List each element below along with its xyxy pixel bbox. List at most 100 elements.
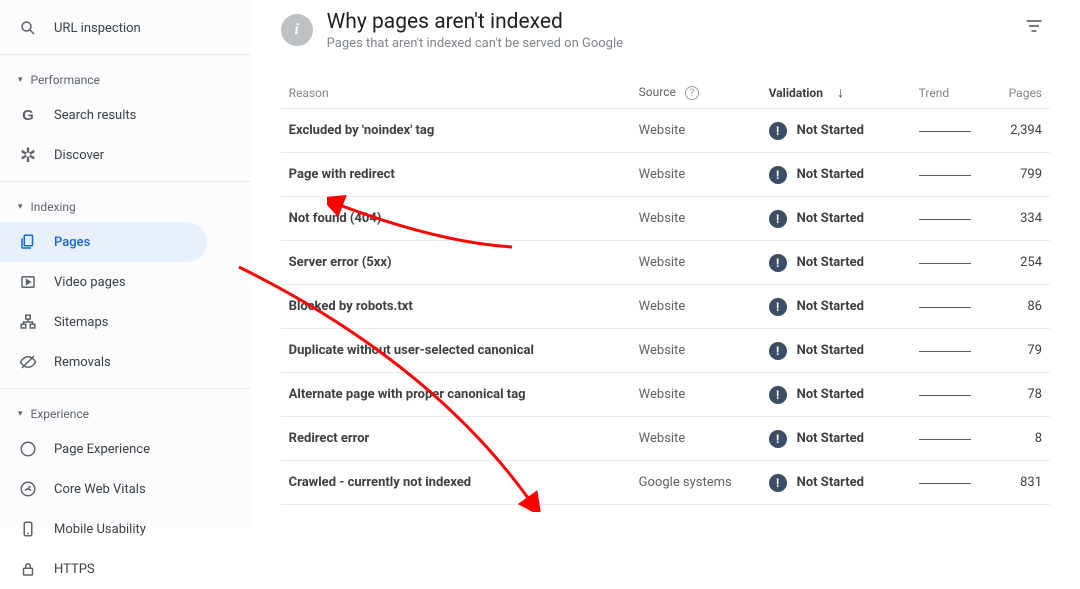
sidebar-item-page-experience[interactable]: Page Experience: [0, 429, 207, 469]
cell-reason: Excluded by 'noindex' tag: [289, 123, 639, 138]
asterisk-icon: ✲: [18, 145, 38, 165]
cell-reason: Redirect error: [289, 431, 639, 446]
section-label: Experience: [31, 407, 90, 421]
sidebar-item-url-inspection[interactable]: URL inspection: [0, 8, 207, 48]
table-row[interactable]: Crawled - currently not indexedGoogle sy…: [281, 461, 1050, 505]
table-body: Excluded by 'noindex' tagWebsite!Not Sta…: [281, 109, 1050, 505]
chevron-down-icon: ▾: [18, 409, 23, 419]
cell-validation: !Not Started: [769, 210, 919, 228]
pages-icon: [18, 232, 38, 252]
sparkline: [919, 214, 971, 224]
table-row[interactable]: Blocked by robots.txtWebsite!Not Started…: [281, 285, 1050, 329]
sidebar-item-label: Discover: [54, 148, 104, 163]
help-icon[interactable]: ?: [685, 86, 699, 100]
table-row[interactable]: Duplicate without user-selected canonica…: [281, 329, 1050, 373]
col-pages[interactable]: Pages: [1009, 86, 1042, 100]
sidebar-item-video-pages[interactable]: Video pages: [0, 262, 207, 302]
sparkline: [919, 126, 971, 136]
status-icon: !: [769, 386, 787, 404]
table-row[interactable]: Server error (5xx)Website!Not Started 254: [281, 241, 1050, 285]
cell-validation: !Not Started: [769, 474, 919, 492]
table-row[interactable]: Page with redirectWebsite!Not Started799: [281, 153, 1050, 197]
sidebar-item-search-results[interactable]: G Search results: [0, 95, 207, 135]
search-icon: [18, 18, 38, 38]
status-icon: !: [769, 474, 787, 492]
divider: [0, 181, 251, 182]
sidebar-item-label: URL inspection: [54, 21, 141, 36]
page-header: i Why pages aren't indexed Pages that ar…: [281, 10, 1050, 51]
page-title: Why pages aren't indexed: [327, 10, 623, 34]
https-icon: [18, 559, 38, 579]
chevron-down-icon: ▾: [18, 202, 23, 212]
section-label: Performance: [31, 73, 100, 87]
sparkline: [919, 258, 971, 268]
sidebar-section-indexing[interactable]: ▾ Indexing: [0, 188, 251, 222]
table-row[interactable]: Not found (404)Website!Not Started334: [281, 197, 1050, 241]
table-row[interactable]: Redirect errorWebsite!Not Started8: [281, 417, 1050, 461]
cell-source: Website: [639, 255, 769, 270]
col-source[interactable]: Source ?: [639, 85, 769, 101]
cell-trend: [919, 214, 1009, 224]
sidebar-item-label: Search results: [54, 108, 136, 123]
sidebar-section-experience[interactable]: ▾ Experience: [0, 395, 251, 429]
cell-reason: Duplicate without user-selected canonica…: [289, 343, 639, 358]
sidebar-item-pages[interactable]: Pages: [0, 222, 207, 262]
cwv-icon: [18, 479, 38, 499]
cell-pages: 254: [1009, 255, 1042, 270]
cell-reason: Alternate page with proper canonical tag: [289, 387, 639, 402]
page-subtitle: Pages that aren't indexed can't be serve…: [327, 36, 623, 51]
cell-trend: [919, 258, 1009, 268]
status-icon: !: [769, 342, 787, 360]
removals-icon: [18, 352, 38, 372]
cell-validation: !Not Started: [769, 254, 919, 272]
status-icon: !: [769, 298, 787, 316]
cell-validation: !Not Started: [769, 298, 919, 316]
sidebar-item-sitemaps[interactable]: Sitemaps: [0, 302, 207, 342]
section-label: Indexing: [31, 200, 76, 214]
cell-pages: 2,394: [1009, 123, 1042, 138]
col-trend[interactable]: Trend: [919, 86, 1009, 100]
cell-pages: 86: [1009, 299, 1042, 314]
status-icon: !: [769, 166, 787, 184]
sidebar-item-core-web-vitals[interactable]: Core Web Vitals: [0, 469, 207, 509]
col-reason[interactable]: Reason: [289, 86, 639, 100]
status-icon: !: [769, 254, 787, 272]
cell-validation: !Not Started: [769, 342, 919, 360]
filter-button[interactable]: [1018, 10, 1050, 46]
cell-trend: [919, 346, 1009, 356]
cell-reason: Crawled - currently not indexed: [289, 475, 639, 490]
table-row[interactable]: Alternate page with proper canonical tag…: [281, 373, 1050, 417]
sidebar: URL inspection ▾ Performance G Search re…: [0, 0, 251, 528]
video-pages-icon: [18, 272, 38, 292]
sidebar-item-label: Core Web Vitals: [54, 482, 146, 497]
cell-trend: [919, 126, 1009, 136]
sidebar-section-performance[interactable]: ▾ Performance: [0, 61, 251, 95]
cell-reason: Server error (5xx): [289, 255, 639, 270]
sidebar-item-discover[interactable]: ✲ Discover: [0, 135, 207, 175]
sidebar-item-label: Pages: [54, 235, 90, 250]
sitemaps-icon: [18, 312, 38, 332]
cell-validation: !Not Started: [769, 122, 919, 140]
sidebar-item-label: HTTPS: [54, 562, 95, 577]
cell-source: Website: [639, 431, 769, 446]
cell-trend: [919, 390, 1009, 400]
cell-pages: 831: [1009, 475, 1042, 490]
cell-source: Website: [639, 387, 769, 402]
sidebar-item-removals[interactable]: Removals: [0, 342, 207, 382]
g-icon: G: [18, 105, 38, 125]
status-icon: !: [769, 430, 787, 448]
cell-pages: 78: [1009, 387, 1042, 402]
cell-reason: Page with redirect: [289, 167, 639, 182]
chevron-down-icon: ▾: [18, 75, 23, 85]
cell-source: Website: [639, 167, 769, 182]
table-header: Reason Source ? Validation ↓ Trend Pages: [281, 77, 1050, 109]
cell-pages: 79: [1009, 343, 1042, 358]
cell-source: Website: [639, 123, 769, 138]
cell-trend: [919, 478, 1009, 488]
sidebar-item-https[interactable]: HTTPS: [0, 549, 207, 589]
sidebar-item-mobile-usability[interactable]: Mobile Usability: [0, 509, 207, 549]
col-validation[interactable]: Validation ↓: [769, 84, 919, 101]
cell-trend: [919, 434, 1009, 444]
table-row[interactable]: Excluded by 'noindex' tagWebsite!Not Sta…: [281, 109, 1050, 153]
sparkline: [919, 346, 971, 356]
